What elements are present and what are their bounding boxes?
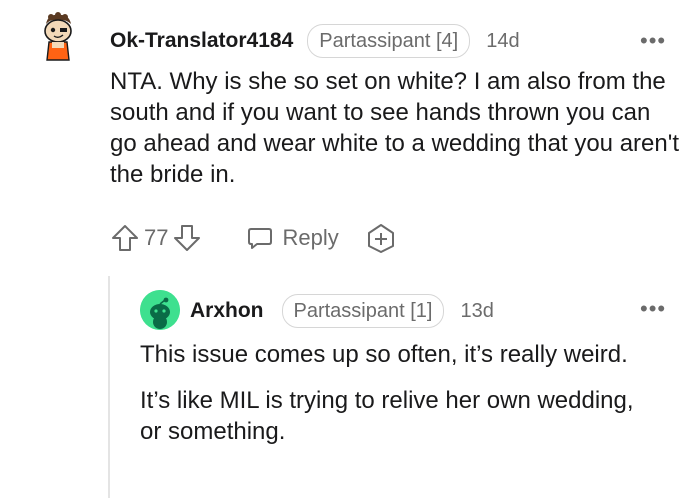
username[interactable]: Arxhon xyxy=(190,299,264,323)
user-avatar[interactable] xyxy=(140,290,180,330)
reply-label: Reply xyxy=(282,225,339,250)
user-flair: Partassipant [4] xyxy=(307,24,471,58)
username[interactable]: Ok-Translator4184 xyxy=(110,29,293,53)
comment-actions: 77 Reply xyxy=(110,222,397,254)
default-snoo-avatar-icon xyxy=(140,290,180,330)
award-button[interactable] xyxy=(365,222,397,254)
comment-body: NTA. Why is she so set on white? I am al… xyxy=(110,66,680,190)
user-avatar[interactable] xyxy=(36,10,80,70)
snoo-avatar-icon xyxy=(44,12,72,61)
comment-header: Ok-Translator4184 Partassipant [4] 14d xyxy=(110,24,520,58)
more-options-icon[interactable]: ••• xyxy=(640,30,666,52)
comment-paragraph: This issue comes up so often, it’s reall… xyxy=(140,341,628,368)
comment-paragraph: NTA. Why is she so set on white? I am al… xyxy=(110,68,679,188)
reply-button[interactable]: Reply xyxy=(246,224,339,252)
award-icon xyxy=(367,224,394,253)
upvote-icon[interactable] xyxy=(110,223,140,253)
more-options-icon[interactable]: ••• xyxy=(640,298,666,320)
downvote-icon[interactable] xyxy=(172,223,202,253)
comment-icon xyxy=(248,228,273,249)
comment-arxhon: Arxhon Partassipant [1] 13d ••• This iss… xyxy=(0,280,700,498)
comment-body: This issue comes up so often, it’s reall… xyxy=(140,339,640,447)
comment-header: Arxhon Partassipant [1] 13d xyxy=(190,294,494,328)
timestamp[interactable]: 14d xyxy=(486,30,519,53)
user-flair: Partassipant [1] xyxy=(281,294,445,328)
timestamp[interactable]: 13d xyxy=(460,300,493,323)
comment-ok-translator: Ok-Translator4184 Partassipant [4] 14d •… xyxy=(0,0,700,260)
vote-count: 77 xyxy=(144,225,169,250)
comment-paragraph: It’s like MIL is trying to relive her ow… xyxy=(140,387,634,445)
